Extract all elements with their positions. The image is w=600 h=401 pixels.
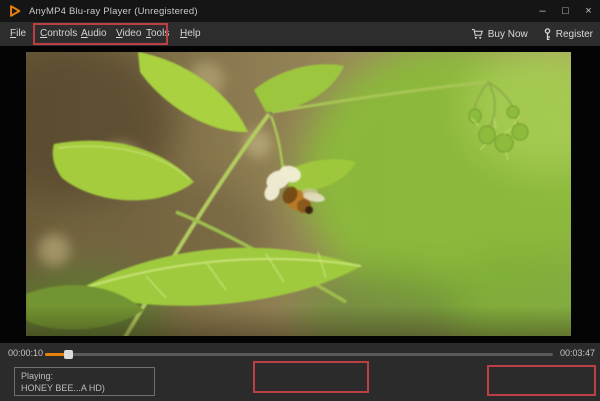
video-zone [0, 46, 600, 343]
duration-time: 00:03:47 [560, 348, 595, 358]
menu-audio[interactable]: Audio [81, 22, 107, 46]
now-playing-box: Playing: HONEY BEE...A HD) [14, 367, 155, 396]
menu-help[interactable]: Help [180, 22, 201, 46]
video-content [26, 52, 571, 336]
window-controls: – □ × [531, 0, 600, 22]
register-label: Register [556, 29, 593, 40]
progress-handle[interactable] [64, 350, 73, 359]
menu-video[interactable]: Video [116, 22, 141, 46]
menu-tools[interactable]: Tools [146, 22, 169, 46]
buy-now-button[interactable]: Buy Now [471, 28, 528, 40]
app-logo-icon [8, 4, 22, 18]
buy-now-label: Buy Now [488, 29, 528, 40]
menu-bar: File Controls Audio Video Tools Help Buy… [0, 22, 600, 46]
title-bar: AnyMP4 Blu-ray Player (Unregistered) – □… [0, 0, 600, 22]
close-button[interactable]: × [577, 0, 600, 22]
maximize-button[interactable]: □ [554, 0, 577, 22]
now-playing-label: Playing: [21, 370, 148, 382]
key-icon [543, 28, 552, 41]
app-window: AnyMP4 Blu-ray Player (Unregistered) – □… [0, 0, 600, 401]
menu-file[interactable]: File [10, 22, 26, 46]
elapsed-time: 00:00:10 [8, 348, 43, 358]
control-panel: 00:00:10 00:03:47 Playing: HONEY BEE...A… [0, 343, 600, 401]
register-button[interactable]: Register [543, 28, 593, 41]
now-playing-title: HONEY BEE...A HD) [21, 382, 148, 394]
progress-bar[interactable] [45, 353, 553, 356]
video-frame[interactable] [26, 52, 571, 336]
menu-right-group: Buy Now Register [471, 22, 593, 46]
minimize-button[interactable]: – [531, 0, 554, 22]
menu-controls[interactable]: Controls [40, 22, 77, 46]
window-title: AnyMP4 Blu-ray Player (Unregistered) [29, 6, 198, 17]
shopping-cart-icon [471, 28, 484, 40]
